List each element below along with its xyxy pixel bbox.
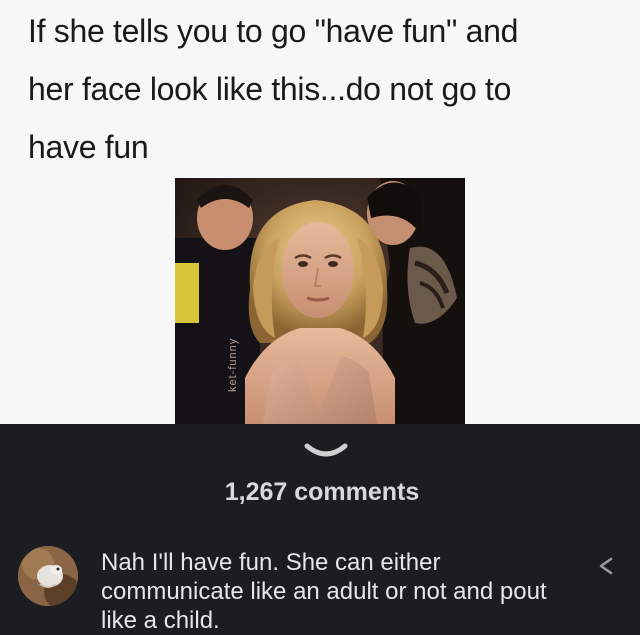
comment-text: Nah I'll have fun. She can either commun… xyxy=(101,549,547,634)
user-avatar[interactable] xyxy=(18,546,78,606)
photo-watermark: ket-funny xyxy=(227,337,239,392)
comment-count[interactable]: 1,267 comments xyxy=(0,478,640,507)
meme-photo-illustration xyxy=(175,178,465,424)
meme-photo: ket-funny xyxy=(175,178,465,424)
chevron-down-icon[interactable] xyxy=(303,440,349,466)
meme-card: If she tells you to go "have fun" and he… xyxy=(0,0,640,424)
avatar-image xyxy=(18,546,78,606)
meme-caption: If she tells you to go "have fun" and he… xyxy=(28,13,519,165)
share-icon[interactable] xyxy=(595,555,617,577)
